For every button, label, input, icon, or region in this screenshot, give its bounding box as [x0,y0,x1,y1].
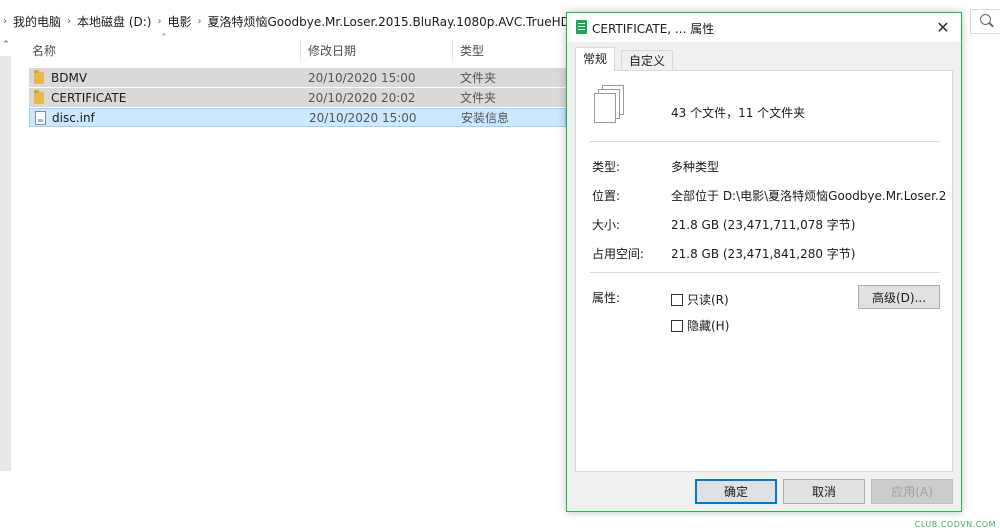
divider [590,141,940,142]
location-value: 全部位于 D:\电影\夏洛特烦恼Goodbye.Mr.Loser.201 [671,189,946,203]
close-icon: ✕ [936,18,950,37]
size-value: 21.8 GB (23,471,711,078 字节) [671,218,856,232]
column-header-date[interactable]: 修改日期 [308,40,356,62]
search-icon [980,14,991,25]
folder-icon [34,90,44,104]
chevron-right-icon: › [3,16,7,27]
file-name: disc.inf [52,110,95,125]
chevron-right-icon: › [157,16,162,27]
attributes-label: 属性: [592,291,621,305]
ok-button[interactable]: 确定 [695,479,777,504]
file-type: 文件夹 [460,71,497,85]
readonly-checkbox[interactable]: 只读(R) [671,291,729,308]
breadcrumb-movie-folder[interactable]: 夏洛特烦恼Goodbye.Mr.Loser.2015.BluRay.1080p.… [205,13,567,30]
type-value: 多种类型 [671,160,720,174]
dialog-titlebar[interactable]: CERTIFICATE, ... 属性 ✕ [567,13,961,42]
scroll-up-icon[interactable]: ⌃ [0,40,12,54]
readonly-label: 只读(R) [687,293,729,307]
type-label: 类型: [592,160,621,174]
tab-general[interactable]: 常规 [575,47,616,71]
file-date: 20/10/2020 15:00 [309,110,417,125]
breadcrumb-drive-d[interactable]: 本地磁盘 (D:) [74,13,154,30]
file-row-bdmv[interactable]: BDMV 20/10/2020 15:00 文件夹 [29,68,566,87]
address-bar[interactable]: › 我的电脑 › 本地磁盘 (D:) › 电影 › 夏洛特烦恼Goodbye.M… [0,9,566,34]
checkbox-unchecked-icon [671,293,683,306]
sort-ascending-icon: ⌃ [160,33,168,43]
disk-size-value: 21.8 GB (23,471,841,280 字节) [671,247,856,261]
cancel-button[interactable]: 取消 [783,479,865,504]
chevron-right-icon: › [197,16,202,27]
apply-button[interactable]: 应用(A) [871,479,953,504]
file-type: 文件夹 [460,91,497,105]
disk-size-label: 占用空间: [592,247,645,261]
search-box[interactable] [970,9,1000,34]
checkbox-unchecked-icon [671,319,683,332]
hidden-label: 隐藏(H) [687,319,730,333]
multiple-files-icon [594,85,626,123]
properties-dialog: CERTIFICATE, ... 属性 ✕ 常规 自定义 43 个文件，11 个… [566,12,962,512]
location-label: 位置: [592,189,621,203]
file-date: 20/10/2020 15:00 [308,70,416,85]
settings-file-icon [35,111,46,125]
file-date: 20/10/2020 20:02 [308,90,416,105]
watermark: CLUB.CODVN.COM [914,520,996,529]
advanced-button[interactable]: 高级(D)... [858,285,940,309]
column-divider[interactable] [452,40,453,62]
certificate-file-icon [576,20,587,34]
column-header-name[interactable]: 名称 [32,40,56,62]
tab-customize[interactable]: 自定义 [621,50,674,70]
hidden-checkbox[interactable]: 隐藏(H) [671,317,729,334]
column-divider[interactable] [300,40,301,62]
column-header-type[interactable]: 类型 [460,40,484,62]
breadcrumb-movies[interactable]: 电影 [164,13,194,30]
size-label: 大小: [592,218,621,232]
folder-icon [34,70,44,84]
file-row-disc-inf[interactable]: disc.inf 20/10/2020 15:00 安装信息 [29,108,566,127]
close-button[interactable]: ✕ [925,13,961,42]
file-name: BDMV [51,70,88,85]
divider [590,272,940,273]
file-row-certificate[interactable]: CERTIFICATE 20/10/2020 20:02 文件夹 [29,88,566,107]
file-type: 安装信息 [461,111,510,125]
breadcrumb-this-pc[interactable]: 我的电脑 [10,13,64,30]
file-name: CERTIFICATE [51,90,127,105]
general-panel: 43 个文件，11 个文件夹 类型: 多种类型 位置: 全部位于 D:\电影\夏… [575,70,953,472]
file-count-summary: 43 个文件，11 个文件夹 [671,106,806,120]
nav-pane-scrollbar[interactable] [0,56,11,471]
dialog-title: CERTIFICATE, ... 属性 [592,22,715,36]
chevron-right-icon: › [67,16,72,27]
